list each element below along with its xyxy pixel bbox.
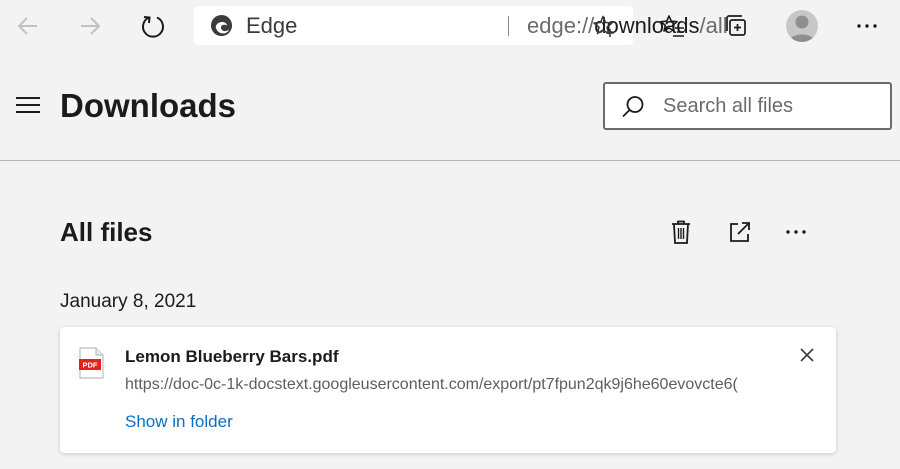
favorites-button[interactable]	[654, 7, 692, 45]
file-name-link[interactable]: Lemon Blueberry Bars.pdf	[125, 347, 339, 367]
search-box[interactable]	[603, 82, 892, 130]
browser-toolbar: Edge edge://downloads/all	[0, 0, 900, 53]
refresh-icon	[142, 16, 164, 38]
show-in-folder-link[interactable]: Show in folder	[125, 412, 233, 432]
pdf-file-icon: PDF	[79, 347, 104, 379]
back-arrow-icon	[17, 17, 37, 35]
forward-arrow-icon	[81, 17, 101, 35]
forward-button[interactable]	[71, 7, 109, 45]
settings-more-button[interactable]	[848, 7, 886, 45]
file-type-badge: PDF	[83, 361, 98, 370]
section-title: All files	[60, 217, 153, 247]
open-external-icon	[730, 222, 750, 242]
delete-all-button[interactable]	[667, 218, 695, 246]
address-url[interactable]: edge://downloads/all	[527, 13, 728, 39]
address-separator	[508, 16, 509, 36]
search-input[interactable]	[663, 92, 883, 120]
refresh-button[interactable]	[134, 7, 172, 45]
download-item: PDF Lemon Blueberry Bars.pdf https://doc…	[60, 327, 836, 453]
star-add-icon[interactable]	[592, 14, 616, 38]
favorites-list-icon	[660, 15, 684, 37]
download-date-heading: January 8, 2021	[60, 291, 197, 312]
collections-button[interactable]	[718, 7, 756, 45]
more-icon	[857, 24, 877, 28]
more-options-button[interactable]	[782, 218, 810, 246]
more-icon	[786, 230, 806, 234]
page-title: Downloads	[60, 87, 237, 124]
address-bar[interactable]: Edge edge://downloads/all	[194, 6, 728, 45]
header-divider	[0, 160, 900, 161]
collections-icon	[726, 15, 746, 36]
search-icon	[622, 96, 644, 118]
file-source-url: https://doc-0c-1k-docstext.googleusercon…	[125, 376, 738, 393]
trash-icon	[672, 220, 690, 244]
profile-avatar-icon[interactable]	[786, 10, 818, 42]
hamburger-menu-icon[interactable]	[16, 95, 40, 115]
address-site-label: Edge	[246, 13, 298, 38]
profile-avatar-glyph	[789, 15, 815, 42]
url-scheme: edge://	[527, 13, 595, 38]
open-downloads-folder-button[interactable]	[726, 218, 754, 246]
close-icon[interactable]	[798, 346, 816, 364]
edge-logo-icon	[210, 14, 233, 37]
back-button[interactable]	[9, 7, 47, 45]
